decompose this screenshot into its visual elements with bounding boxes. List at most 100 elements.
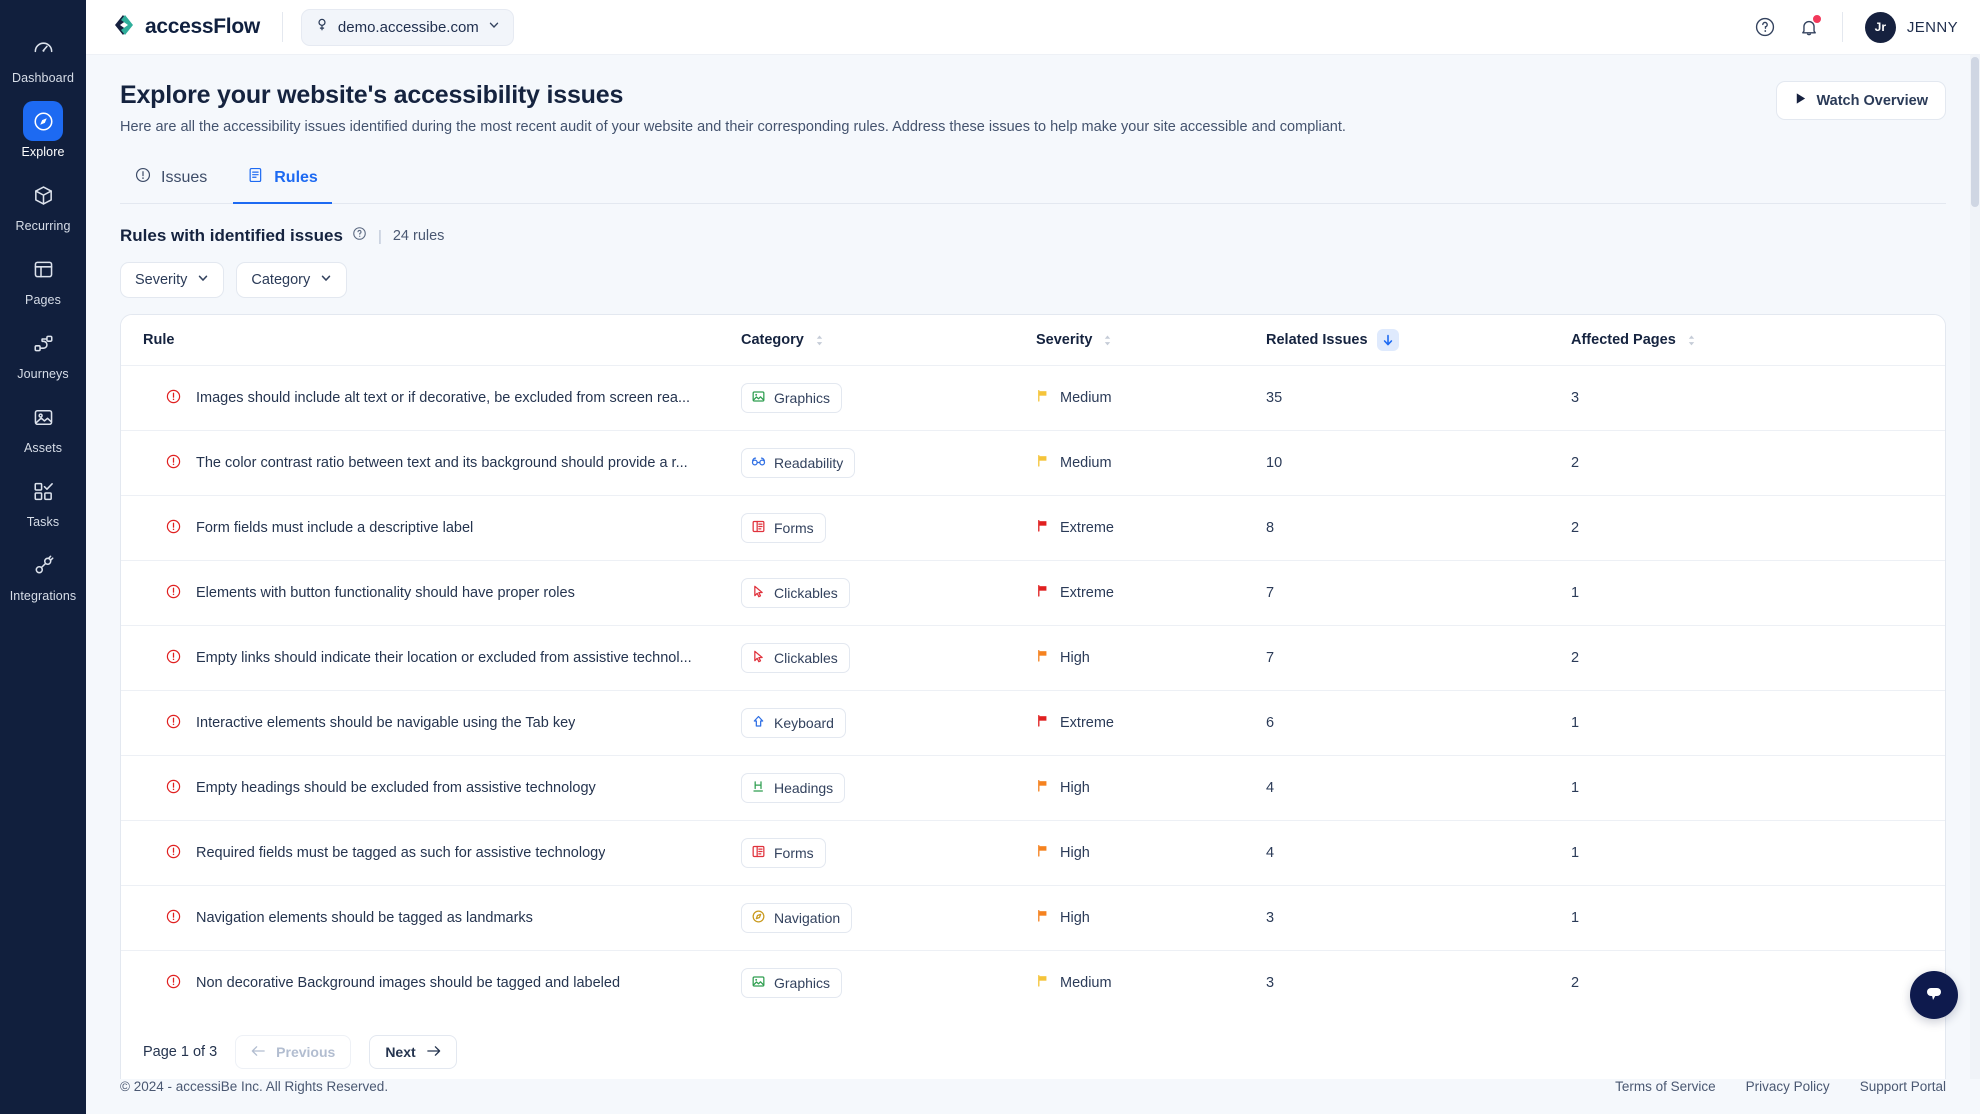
table-row[interactable]: Empty headings should be excluded from a… [121,755,1945,821]
severity-flag-icon [1036,519,1050,537]
severity-label: High [1060,650,1090,666]
page-subtitle: Here are all the accessibility issues id… [120,119,1346,135]
category-label: Headings [774,780,834,796]
footer-link[interactable]: Privacy Policy [1746,1079,1830,1094]
cell-rule: Elements with button functionality shoul… [121,560,741,626]
tab-rules[interactable]: Rules [233,157,332,204]
brand[interactable]: accessFlow [112,13,260,42]
tab-label: Issues [161,168,208,186]
cursor-icon [751,649,766,667]
column-header-category[interactable]: Category [741,315,1036,366]
table-row[interactable]: Elements with button functionality shoul… [121,560,1945,626]
tab-issues[interactable]: Issues [120,157,221,204]
cell-severity: High [1036,820,1266,886]
sort-arrows-icon[interactable] [1101,331,1114,349]
severity-label: Medium [1060,455,1112,471]
section-header: Rules with identified issues | 24 rules [120,226,1946,246]
brand-name: accessFlow [145,15,260,38]
category-label: Graphics [774,975,831,991]
column-header-label: Affected Pages [1571,332,1676,348]
severity-flag-icon [1036,714,1050,732]
top-bar: accessFlow demo.accessibe.com Jr JENNY [86,0,1980,55]
user-menu[interactable]: Jr JENNY [1864,11,1958,43]
sidebar-item-explore[interactable]: Explore [0,92,86,166]
layout-icon [23,249,63,289]
cube-icon [23,175,63,215]
chat-bubble-icon [1922,981,1946,1010]
table-row[interactable]: Form fields must include a descriptive l… [121,495,1945,561]
table-row[interactable]: Interactive elements should be navigable… [121,690,1945,756]
category-label: Readability [774,455,844,471]
severity-flag-icon [1036,909,1050,927]
rule-name: Interactive elements should be navigable… [196,715,576,731]
category-label: Keyboard [774,715,834,731]
cell-affected-pages: 2 [1571,625,1945,691]
column-header-affected-pages[interactable]: Affected Pages [1571,315,1945,366]
chat-widget-button[interactable] [1910,971,1958,1019]
sort-arrows-icon[interactable] [813,331,826,349]
footer-link[interactable]: Support Portal [1860,1079,1946,1094]
filter-severity-button[interactable]: Severity [120,262,225,298]
table-row[interactable]: Navigation elements should be tagged as … [121,885,1945,951]
cell-category: Keyboard [741,690,1036,756]
cell-rule: Required fields must be tagged as such f… [121,820,741,886]
pagination: Page 1 of 3 Previous Next [121,1015,1945,1079]
table-row[interactable]: Empty links should indicate their locati… [121,625,1945,691]
rule-name: Images should include alt text or if dec… [196,390,691,406]
column-header-related-issues[interactable]: Related Issues [1266,315,1571,366]
rule-name: Non decorative Background images should … [196,975,621,991]
footer-link[interactable]: Terms of Service [1615,1079,1716,1094]
section-info-icon[interactable] [352,226,367,246]
alert-circle-icon [134,166,152,189]
cell-category: Clickables [741,625,1036,691]
sort-desc-icon[interactable] [1376,329,1399,351]
cell-related-issues: 35 [1266,365,1571,431]
sidebar-item-assets[interactable]: Assets [0,388,86,462]
sort-arrows-icon[interactable] [1685,331,1698,349]
filter-category-button[interactable]: Category [236,262,348,298]
cell-affected-pages: 2 [1571,430,1945,496]
watch-overview-button[interactable]: Watch Overview [1775,81,1946,120]
scrollbar-track[interactable] [1970,55,1980,1079]
cell-rule: Images should include alt text or if dec… [121,365,741,431]
error-circle-icon [165,388,182,409]
cell-related-issues: 4 [1266,755,1571,821]
cell-related-issues: 7 [1266,625,1571,691]
tasks-icon [23,471,63,511]
cell-severity: High [1036,885,1266,951]
severity-flag-icon [1036,974,1050,992]
sidebar-item-recurring[interactable]: Recurring [0,166,86,240]
globe-icon [315,18,329,37]
cell-affected-pages: 1 [1571,885,1945,951]
cell-affected-pages: 1 [1571,755,1945,821]
section-count: 24 rules [392,228,445,244]
help-circle-icon[interactable] [1754,16,1776,38]
column-header-label: Category [741,332,804,348]
sidebar-item-dashboard[interactable]: Dashboard [0,18,86,92]
table-row[interactable]: Non decorative Background images should … [121,951,1945,1016]
cell-severity: Extreme [1036,690,1266,756]
table-row[interactable]: The color contrast ratio between text an… [121,430,1945,496]
column-header-severity[interactable]: Severity [1036,315,1266,366]
category-label: Graphics [774,390,831,406]
cell-related-issues: 8 [1266,495,1571,561]
shift-key-icon [751,714,766,732]
sidebar-item-pages[interactable]: Pages [0,240,86,314]
previous-page-button[interactable]: Previous [235,1035,352,1069]
severity-label: Extreme [1060,585,1114,601]
sidebar: Dashboard Explore Recurring Pages Journe… [0,0,86,1114]
journey-icon [23,323,63,363]
bell-icon[interactable] [1798,14,1822,38]
site-selector[interactable]: demo.accessibe.com [300,8,514,46]
table-row[interactable]: Required fields must be tagged as such f… [121,820,1945,886]
category-badge: Clickables [741,643,850,673]
sidebar-item-journeys[interactable]: Journeys [0,314,86,388]
scrollbar-thumb[interactable] [1971,57,1979,207]
sidebar-item-tasks[interactable]: Tasks [0,462,86,536]
cell-severity: Medium [1036,365,1266,431]
error-circle-icon [165,583,182,604]
table-row[interactable]: Images should include alt text or if dec… [121,365,1945,431]
sidebar-item-integrations[interactable]: Integrations [0,536,86,610]
next-page-button[interactable]: Next [369,1035,457,1069]
category-badge: Graphics [741,383,843,413]
